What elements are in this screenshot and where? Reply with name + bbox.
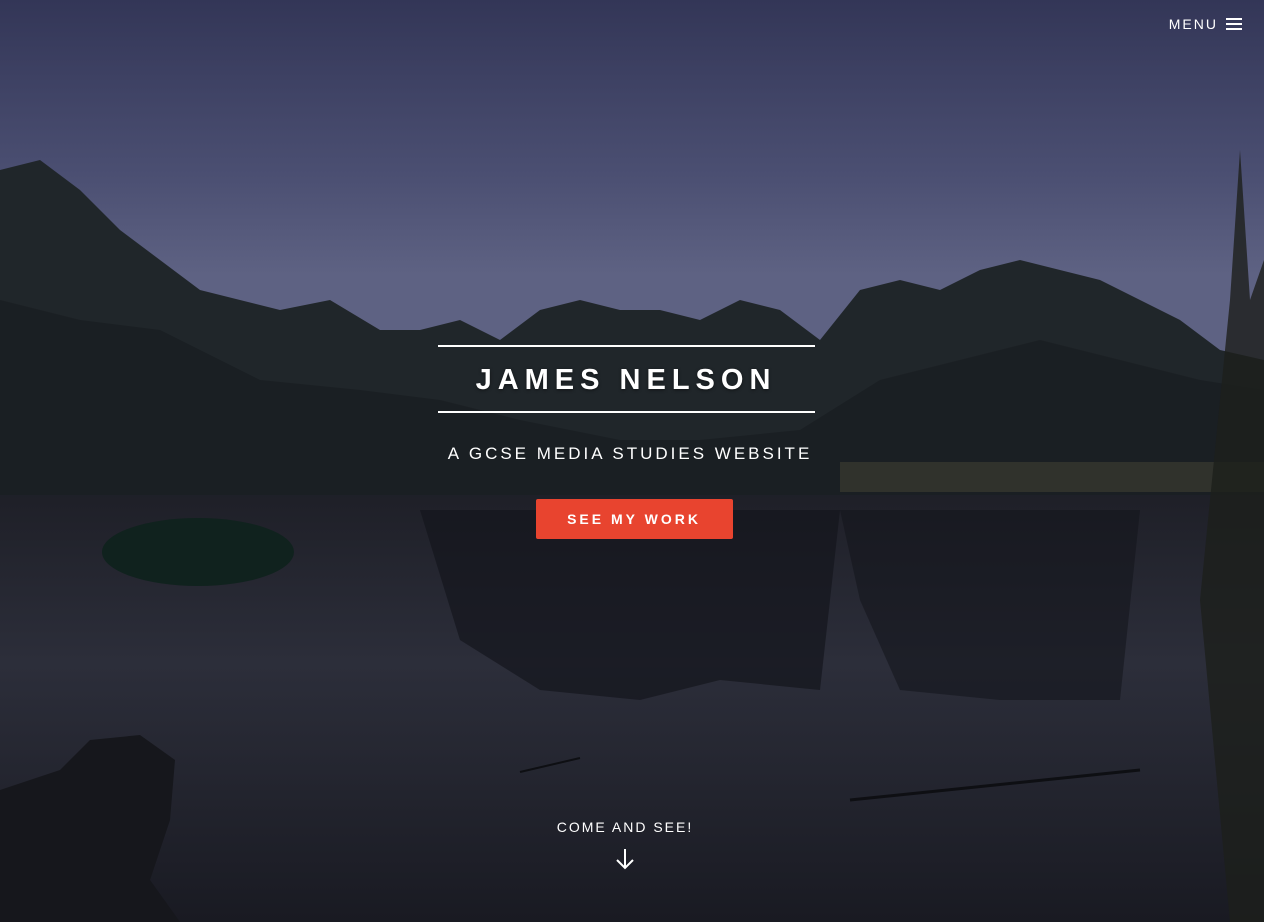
hamburger-icon [1226, 17, 1242, 31]
hero-content: JAMES NELSON A GCSE MEDIA STUDIES WEBSIT… [0, 345, 1264, 539]
scroll-down-link[interactable]: COME AND SEE! [0, 819, 1250, 871]
site-subtitle: A GCSE MEDIA STUDIES WEBSITE [447, 444, 813, 463]
menu-label: MENU [1168, 16, 1218, 32]
see-my-work-button[interactable]: SEE MY WORK [535, 499, 733, 539]
title-frame: JAMES NELSON [437, 345, 815, 413]
hero-section: MENU JAMES NELSON A GCSE MEDIA STUDIES W… [0, 0, 1264, 922]
menu-button[interactable]: MENU [1169, 16, 1242, 32]
scroll-down-label: COME AND SEE! [556, 819, 694, 835]
site-title: JAMES NELSON [475, 364, 777, 396]
arrow-down-icon [616, 849, 634, 870]
